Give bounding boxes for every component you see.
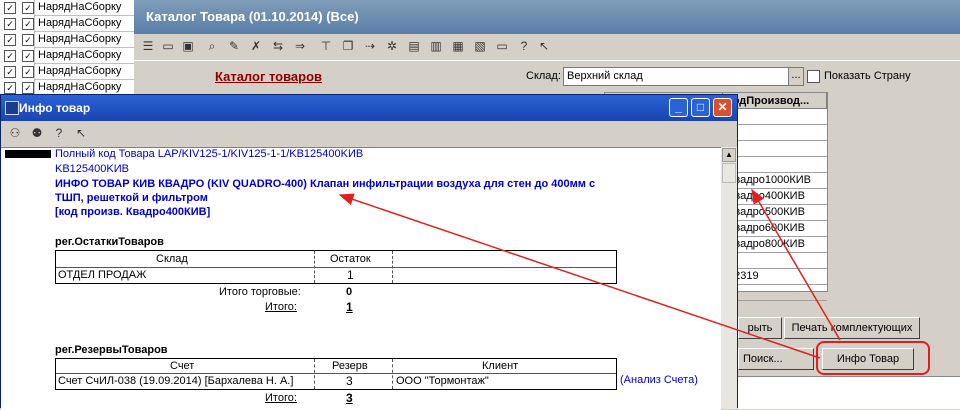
annotation-overlay: [338, 188, 841, 359]
annotation-arrow: [338, 193, 821, 359]
annotation-arrow: [751, 188, 841, 341]
